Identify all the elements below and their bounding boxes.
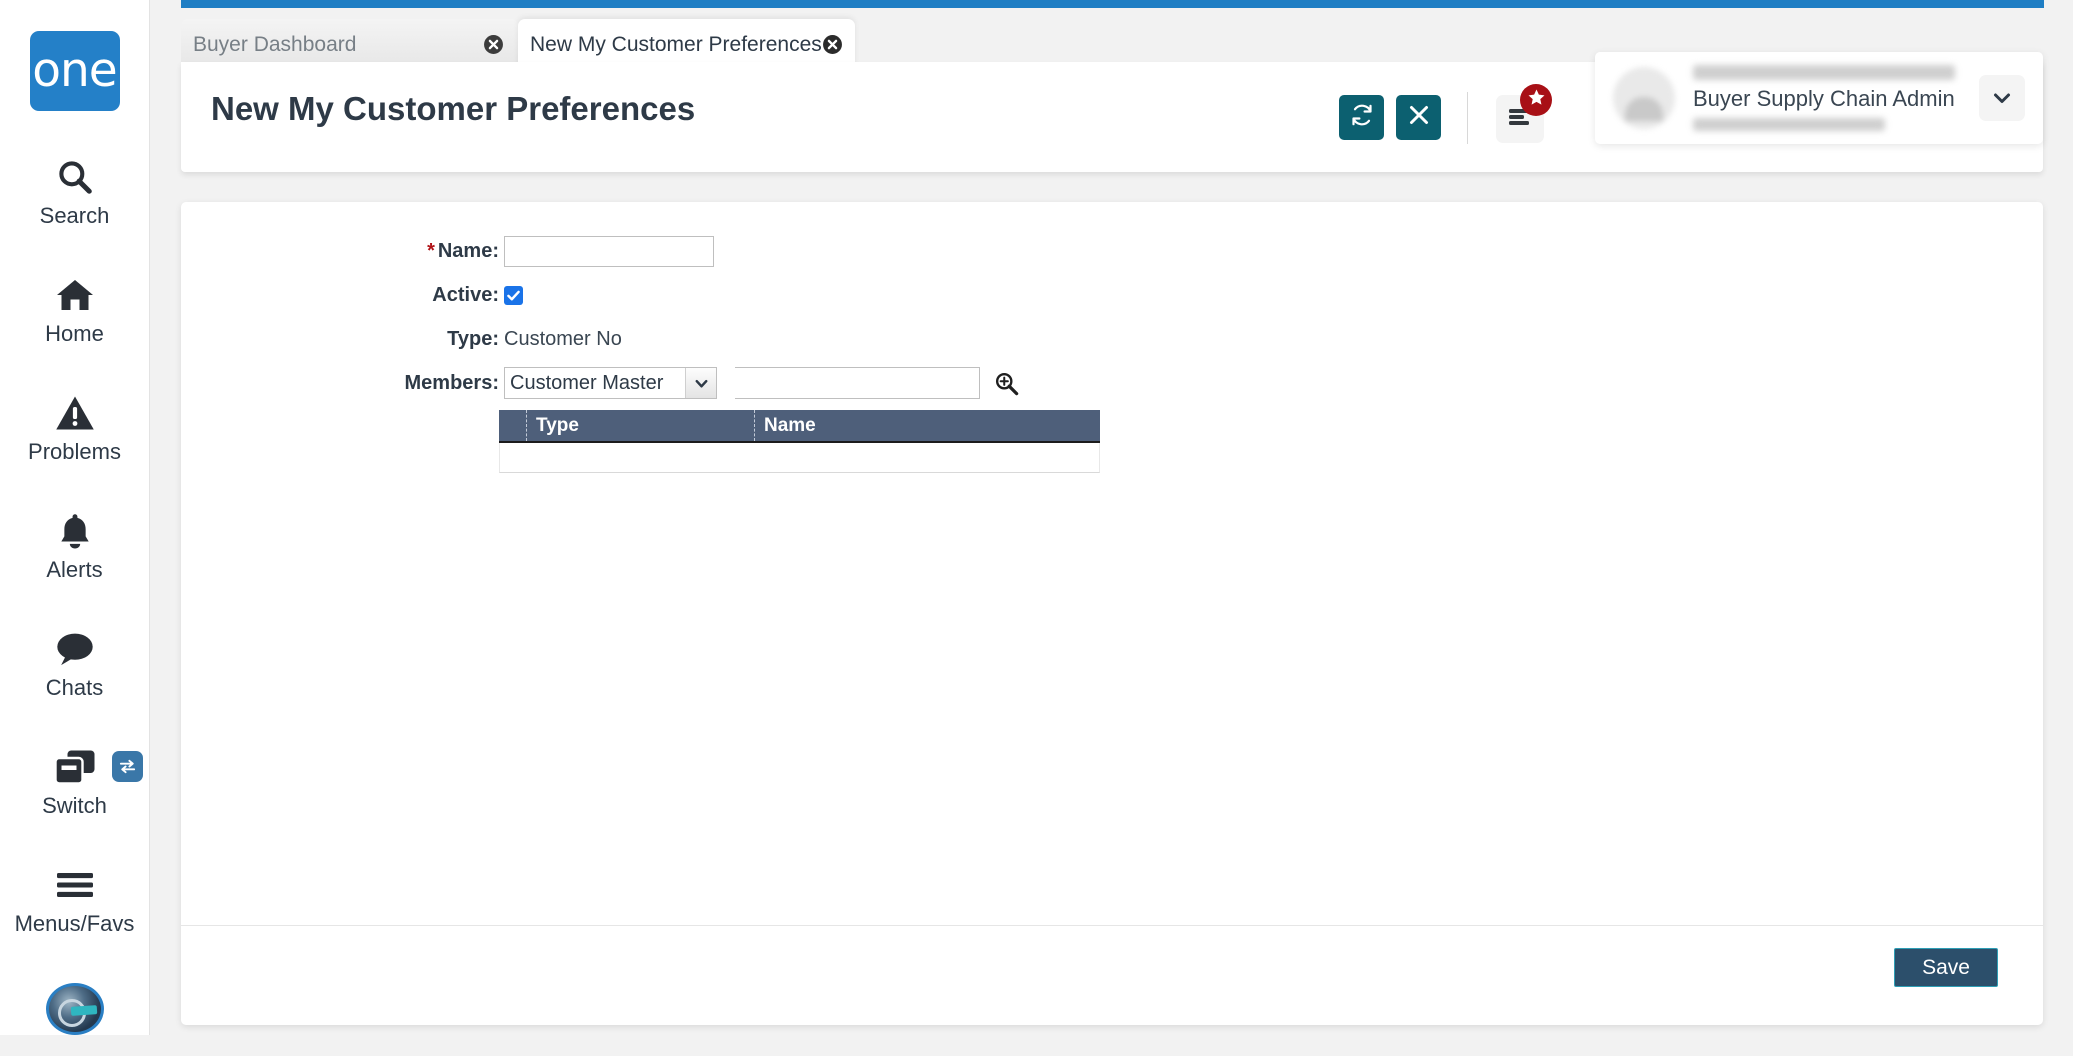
user-subtitle-redacted — [1693, 118, 1885, 131]
search-plus-icon[interactable] — [993, 370, 1020, 397]
close-button[interactable] — [1396, 95, 1441, 140]
chat-bubble-icon — [55, 627, 95, 671]
page-title: New My Customer Preferences — [211, 90, 696, 127]
windows-stack-icon — [53, 745, 96, 789]
members-type-selected-value: Customer Master — [510, 371, 664, 394]
sidebar-item-home[interactable]: Home — [0, 273, 150, 347]
refresh-button[interactable] — [1339, 95, 1384, 140]
brand-logo-label: one — [32, 43, 117, 99]
user-role-label: Buyer Supply Chain Admin — [1693, 86, 1955, 111]
sidebar-item-chats[interactable]: Chats — [0, 627, 150, 701]
column-header-name[interactable]: Name — [755, 410, 1100, 441]
column-header-type[interactable]: Type — [527, 410, 755, 441]
form-row-active: Active: — [181, 278, 2043, 312]
favorite-badge[interactable] — [1520, 84, 1552, 116]
type-label: Type: — [447, 327, 499, 350]
close-circle-icon[interactable] — [822, 34, 843, 56]
members-search-input[interactable] — [735, 367, 980, 399]
sidebar-item-label: Chats — [45, 674, 104, 700]
top-accent-bar — [181, 0, 2044, 8]
user-info: Buyer Supply Chain Admin — [1693, 65, 1979, 131]
active-checkbox[interactable] — [504, 285, 523, 305]
chevron-down-icon — [685, 368, 716, 398]
search-icon — [56, 155, 94, 199]
sidebar-item-label: Problems — [28, 438, 121, 464]
members-grid-body-empty — [499, 443, 1100, 473]
form-row-name: * Name: — [181, 234, 2043, 268]
card-footer: Save — [181, 925, 2043, 1025]
home-icon — [55, 273, 95, 317]
members-type-select[interactable]: Customer Master — [504, 367, 717, 399]
sidebar-item-menus-favs[interactable]: Menus/Favs — [0, 863, 150, 937]
brand-logo[interactable]: one — [29, 31, 120, 111]
refresh-icon — [1350, 103, 1374, 132]
left-sidebar: one Search Home Problems Alerts Chats Sw… — [0, 0, 150, 1035]
sidebar-item-alerts[interactable]: Alerts — [0, 509, 150, 583]
header-divider — [1467, 92, 1468, 144]
save-button[interactable]: Save — [1894, 948, 1998, 987]
name-label-text: Name: — [437, 239, 499, 262]
sidebar-item-problems[interactable]: Problems — [0, 391, 150, 465]
tab-label: New My Customer Preferences — [530, 32, 822, 56]
user-profile-chip[interactable]: Buyer Supply Chain Admin — [1595, 52, 2043, 144]
form-row-type: Type: Customer No — [181, 322, 2043, 356]
user-name-redacted — [1693, 65, 1955, 80]
members-label: Members: — [404, 371, 499, 394]
name-input[interactable] — [504, 235, 714, 267]
tab-label: Buyer Dashboard — [193, 32, 357, 56]
sidebar-item-label: Switch — [42, 792, 107, 818]
sidebar-item-label: Search — [39, 202, 110, 228]
close-circle-icon[interactable] — [482, 34, 504, 56]
x-icon — [1408, 104, 1430, 131]
main-content-card: * Name: Active: Type: Customer No Members… — [181, 202, 2043, 1025]
type-value: Customer No — [504, 327, 622, 350]
active-label: Active: — [432, 283, 499, 306]
warning-triangle-icon — [55, 391, 95, 435]
preferences-form: * Name: Active: Type: Customer No Members… — [181, 202, 2043, 925]
name-label: * Name: — [181, 240, 504, 263]
ai-assistant-avatar-icon[interactable] — [45, 982, 104, 1035]
members-grid: Type Name — [499, 410, 1100, 473]
sidebar-item-label: Alerts — [46, 556, 103, 582]
hamburger-icon — [55, 863, 95, 907]
sidebar-item-search[interactable]: Search — [0, 155, 150, 229]
star-icon — [1527, 88, 1546, 112]
bell-icon — [58, 509, 92, 553]
grid-row-gutter — [499, 410, 527, 441]
members-grid-header: Type Name — [499, 410, 1100, 443]
avatar — [1613, 67, 1675, 129]
sidebar-item-switch[interactable]: Switch — [0, 745, 150, 819]
sidebar-item-label: Home — [45, 320, 104, 346]
swap-arrows-icon[interactable] — [111, 750, 143, 782]
sidebar-item-label: Menus/Favs — [14, 910, 135, 936]
form-row-members: Members: Customer Master — [181, 366, 2043, 400]
chevron-down-icon[interactable] — [1979, 75, 2025, 121]
required-marker: * — [427, 239, 435, 262]
